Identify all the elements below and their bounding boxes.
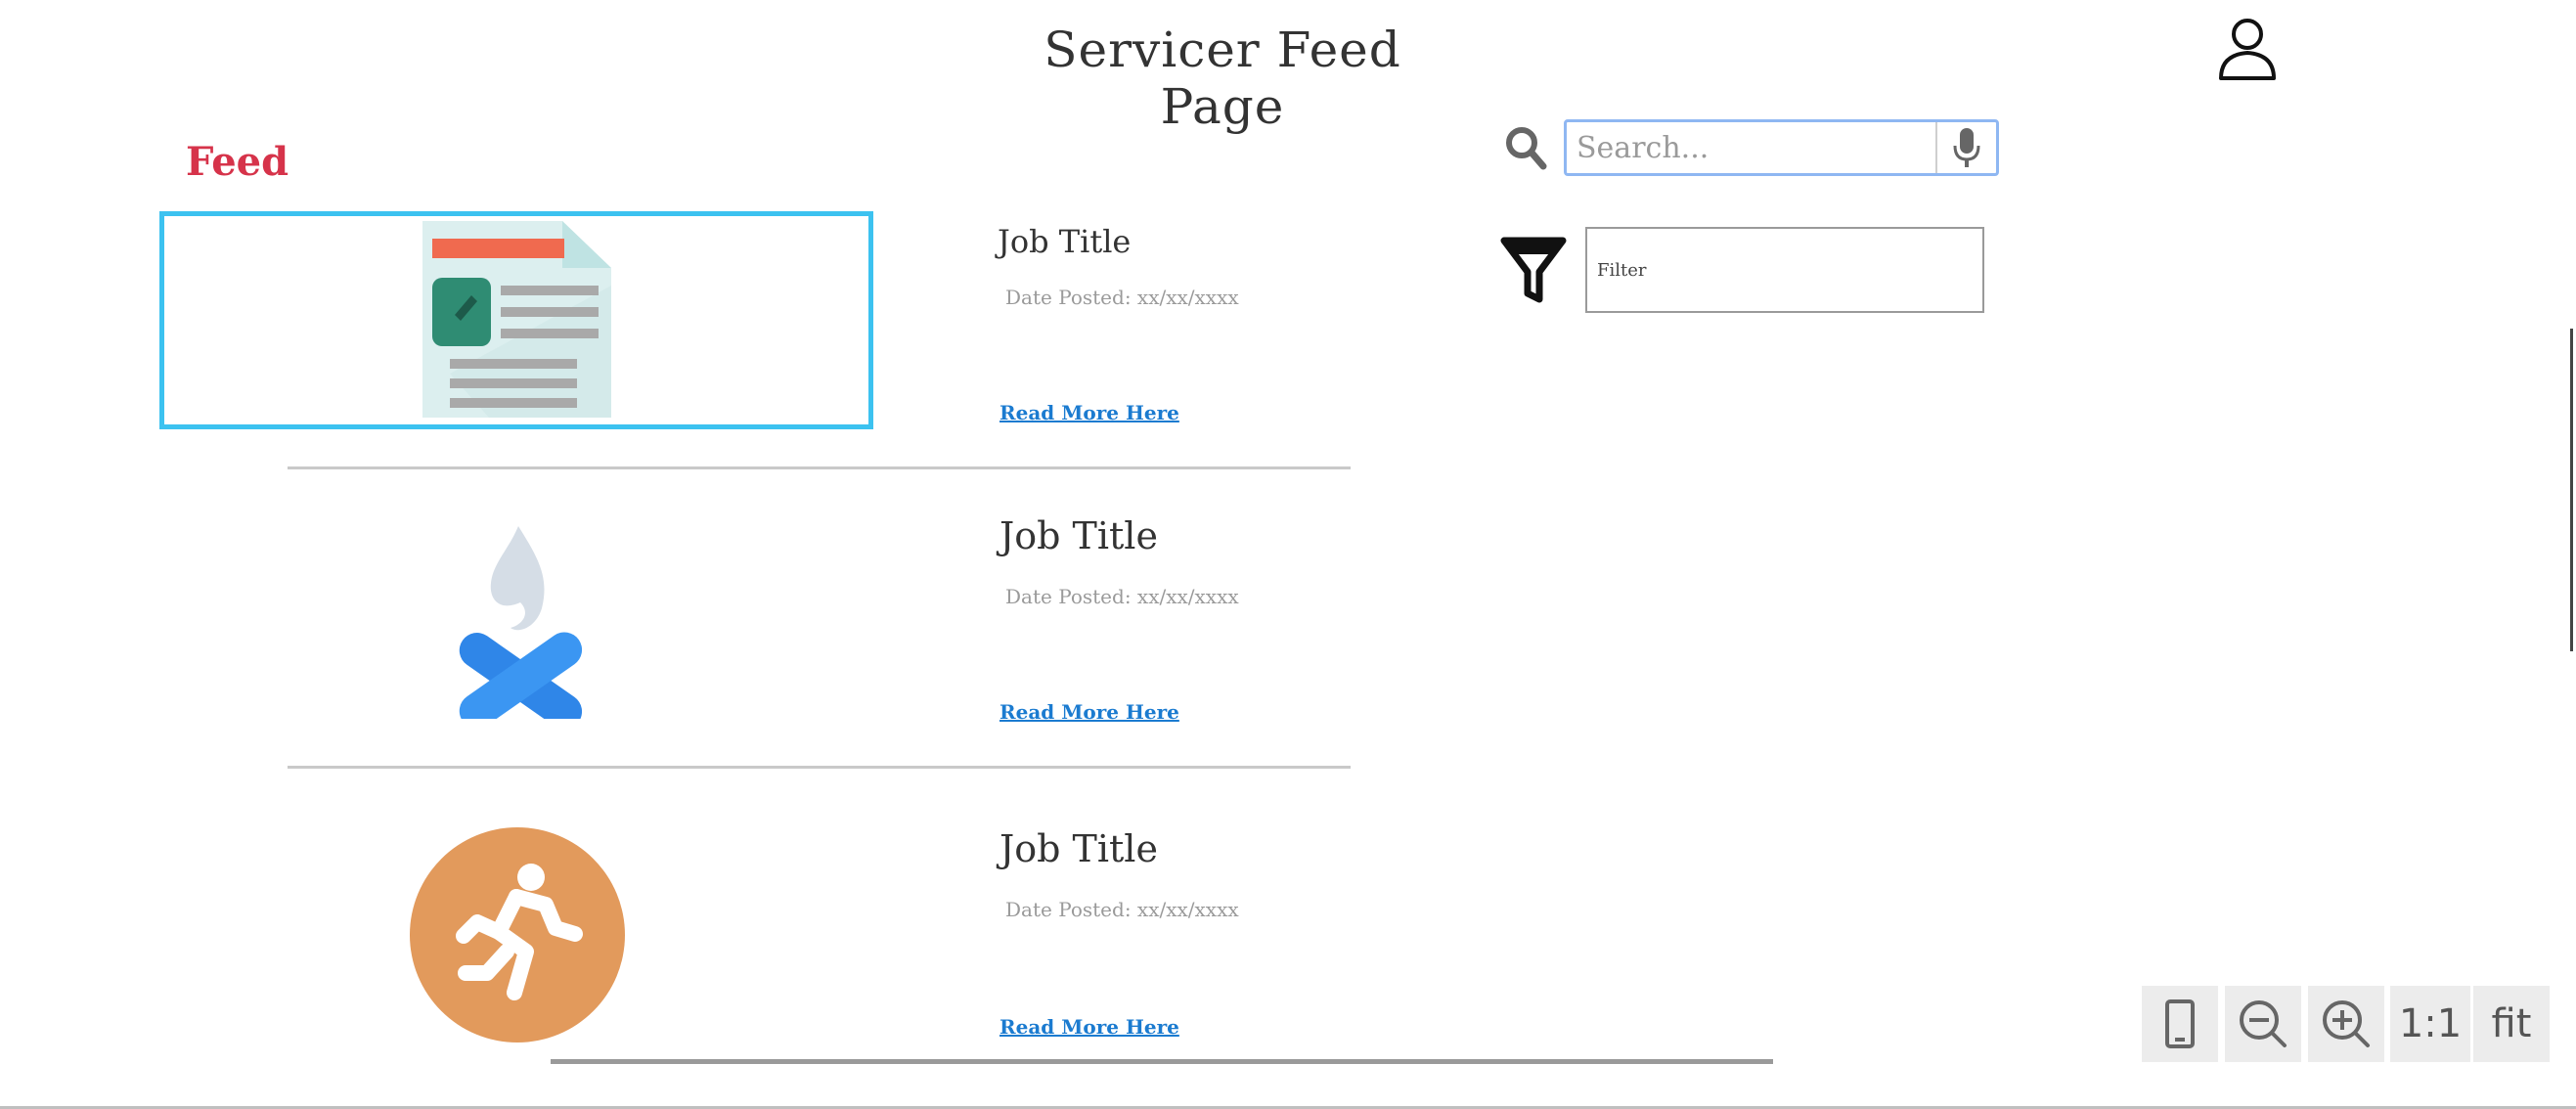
page-title: Servicer Feed Page: [1044, 22, 1401, 135]
row-divider: [288, 766, 1351, 769]
microphone-icon[interactable]: [1935, 122, 1996, 173]
funnel-icon[interactable]: [1498, 233, 1569, 305]
job-title: Job Title: [999, 514, 1158, 557]
zoom-in-icon[interactable]: [2308, 986, 2384, 1062]
campfire-icon: [440, 518, 597, 730]
filter-input[interactable]: [1587, 229, 1982, 311]
job-date: Date Posted: xx/xx/xxxx: [1005, 585, 1239, 608]
actual-size-button[interactable]: 1:1: [2390, 986, 2470, 1062]
read-more-link[interactable]: Read More Here: [999, 1015, 1179, 1039]
fit-button[interactable]: fit: [2473, 986, 2550, 1062]
filter-box: [1585, 227, 1984, 313]
user-icon[interactable]: [2215, 14, 2280, 82]
search-input[interactable]: [1567, 122, 1938, 173]
document-icon: [411, 217, 616, 422]
row-divider: [288, 466, 1351, 469]
search-icon[interactable]: [1504, 125, 1547, 170]
read-more-link[interactable]: Read More Here: [999, 401, 1179, 424]
read-more-link[interactable]: Read More Here: [999, 700, 1179, 724]
job-date: Date Posted: xx/xx/xxxx: [1005, 898, 1239, 921]
vertical-scrollbar[interactable]: [2570, 329, 2573, 651]
search-box: [1564, 119, 1999, 176]
job-title: Job Title: [999, 827, 1158, 870]
job-date: Date Posted: xx/xx/xxxx: [1005, 286, 1239, 309]
running-person-icon: [409, 826, 626, 1043]
horizontal-scrollbar[interactable]: [551, 1059, 1773, 1064]
device-icon[interactable]: [2142, 986, 2218, 1062]
job-title: Job Title: [998, 223, 1132, 260]
zoom-out-icon[interactable]: [2225, 986, 2301, 1062]
feed-heading: Feed: [186, 139, 289, 185]
